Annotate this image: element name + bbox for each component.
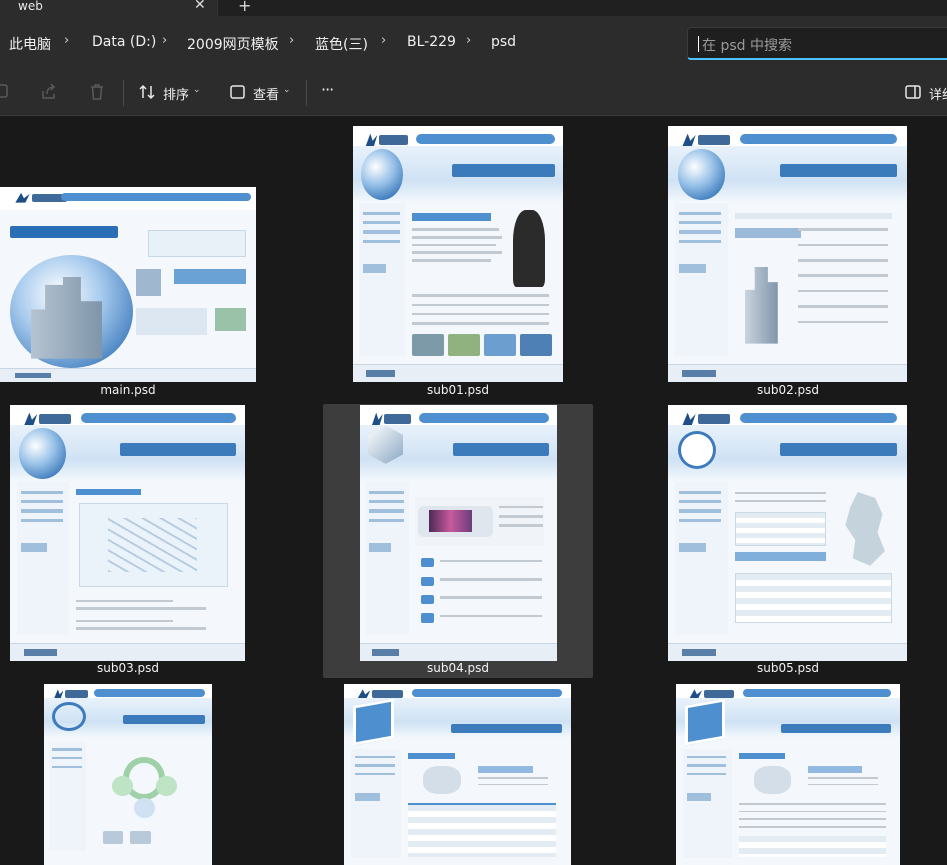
file-thumbnail [44,684,212,865]
file-thumbnail [353,126,563,382]
new-tab-icon[interactable]: + [238,0,251,15]
file-thumbnail [344,684,571,865]
chevron-down-icon[interactable]: ⌄ [283,85,291,95]
view-icon[interactable] [228,82,248,102]
breadcrumb-item-bl229[interactable]: BL-229 [407,34,456,50]
tab-web[interactable]: web ✕ [0,0,218,16]
breadcrumb-item-templates[interactable]: 2009网页模板 [187,34,279,54]
file-name: sub01.psd [426,383,490,397]
breadcrumb-item-blue[interactable]: 蓝色(三) [315,34,368,54]
title-bar: web ✕ + [0,0,947,16]
details-button[interactable]: 详细 [929,84,947,103]
toolbar-divider [306,80,307,106]
sort-button[interactable]: 排序 [163,84,189,103]
file-item[interactable]: sub05.psd [653,404,923,678]
chevron-right-icon[interactable]: › [64,33,69,48]
file-thumbnail [10,405,245,661]
breadcrumb-item-data[interactable]: Data (D:) [92,34,156,50]
details-pane-icon[interactable] [903,82,923,102]
file-grid: main.psd sub01.psd sub02.psd sub03.psd s… [0,117,947,865]
sort-icon[interactable] [137,82,157,102]
more-options-button[interactable]: ··· [321,80,334,99]
file-thumbnail [360,405,557,661]
file-name: sub04.psd [426,661,490,675]
file-item[interactable]: main.psd [0,117,270,402]
file-item[interactable]: sub02.psd [653,117,923,402]
toolbar-divider [123,80,124,106]
file-name: main.psd [100,383,156,397]
file-thumbnail [0,187,256,382]
file-item[interactable] [653,683,923,865]
delete-icon[interactable] [87,82,107,102]
copy-icon[interactable] [0,82,14,102]
search-box[interactable]: 在 psd 中搜索 [687,27,947,60]
text-caret [698,36,699,52]
search-placeholder: 在 psd 中搜索 [702,38,792,54]
breadcrumb-item-this-pc[interactable]: 此电脑 [9,34,51,54]
file-item[interactable] [0,683,270,865]
view-button[interactable]: 查看 [253,84,279,103]
tab-title: web [18,0,43,13]
file-name: sub03.psd [96,661,160,675]
file-name: sub02.psd [756,383,820,397]
chevron-right-icon[interactable]: › [289,33,294,48]
file-thumbnail [676,684,900,865]
file-name: sub05.psd [756,661,820,675]
file-thumbnail [668,126,907,382]
file-item-selected[interactable]: sub04.psd [323,404,593,678]
address-bar: 此电脑 › Data (D:) › 2009网页模板 › 蓝色(三) › BL-… [0,16,947,70]
file-item[interactable]: sub03.psd [0,404,270,678]
chevron-right-icon[interactable]: › [381,33,386,48]
chevron-down-icon[interactable]: ⌄ [193,85,201,95]
command-bar: 排序 ⌄ 查看 ⌄ ··· 详细 [0,70,947,116]
share-icon[interactable] [39,82,59,102]
file-item[interactable] [323,683,593,865]
file-thumbnail [668,405,907,661]
chevron-right-icon[interactable]: › [466,33,471,48]
breadcrumb-item-psd[interactable]: psd [491,34,516,50]
close-tab-icon[interactable]: ✕ [194,0,206,13]
file-item[interactable]: sub01.psd [323,117,593,402]
chevron-right-icon[interactable]: › [162,33,167,48]
